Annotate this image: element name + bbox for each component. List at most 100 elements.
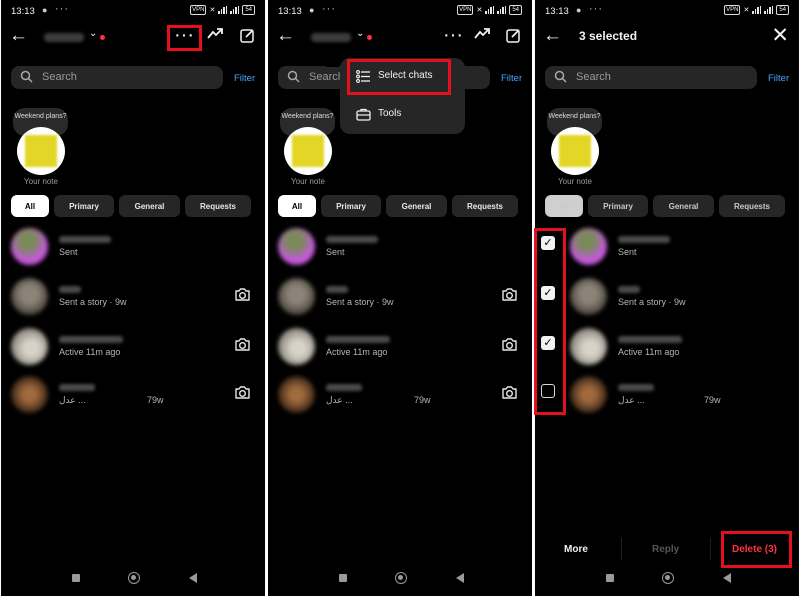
more-notifications-icon: ··· <box>322 3 336 15</box>
tab-all[interactable]: All <box>545 195 583 217</box>
filter-link[interactable]: Filter <box>768 73 789 84</box>
list-item[interactable]: Sent <box>1 225 265 271</box>
home-icon[interactable] <box>128 572 140 584</box>
list-item[interactable]: ✓ Sent a story · 9w <box>535 275 799 321</box>
recents-icon[interactable] <box>339 574 347 582</box>
tab-all[interactable]: All <box>11 195 49 217</box>
avatar[interactable] <box>551 127 599 175</box>
mute-icon: ✕ <box>209 7 216 14</box>
search-input[interactable]: Search <box>545 66 757 89</box>
top-bar: ← 3 selected ✕ <box>535 24 799 52</box>
back-arrow-icon[interactable]: ← <box>276 25 295 47</box>
signal-icon-2 <box>230 6 240 14</box>
avatar-image <box>25 135 57 167</box>
tab-all[interactable]: All <box>278 195 316 217</box>
avatar[interactable] <box>17 127 65 175</box>
camera-icon[interactable] <box>501 385 518 405</box>
chat-status: Sent a story · 9w <box>59 297 127 307</box>
home-icon[interactable] <box>395 572 407 584</box>
camera-icon[interactable] <box>501 337 518 357</box>
tab-primary[interactable]: Primary <box>54 195 114 217</box>
search-icon <box>20 70 33 88</box>
tab-primary[interactable]: Primary <box>321 195 381 217</box>
chat-name-blurred <box>618 336 682 343</box>
more-options-icon[interactable]: ··· <box>443 24 463 47</box>
chat-name-blurred <box>618 236 670 243</box>
list-item[interactable]: Sent a story · 9w <box>1 275 265 321</box>
tab-primary[interactable]: Primary <box>588 195 648 217</box>
reply-button[interactable]: Reply <box>652 544 679 555</box>
chat-time: 79w <box>147 395 164 405</box>
back-arrow-icon[interactable]: ← <box>9 25 28 47</box>
chat-status: Sent <box>326 247 345 257</box>
list-item[interactable]: عدل ... 79w <box>1 373 265 419</box>
system-back-icon[interactable] <box>456 573 464 583</box>
list-item[interactable]: Active 11m ago <box>268 325 532 371</box>
chat-name-blurred <box>326 336 390 343</box>
chat-status: Sent a story · 9w <box>618 297 686 307</box>
list-item[interactable]: عدل ... 79w <box>268 373 532 419</box>
close-icon[interactable]: ✕ <box>771 23 789 48</box>
compose-icon[interactable] <box>506 28 521 48</box>
trending-icon[interactable] <box>207 26 224 45</box>
list-item[interactable]: Sent <box>268 225 532 271</box>
search-input[interactable]: Search <box>11 66 223 89</box>
signal-icon <box>485 6 495 14</box>
avatar <box>570 328 607 365</box>
trending-icon[interactable] <box>474 26 491 45</box>
menu-item-tools[interactable]: Tools <box>356 108 401 124</box>
more-notifications-icon: ··· <box>589 3 603 15</box>
home-icon[interactable] <box>662 572 674 584</box>
tab-requests[interactable]: Requests <box>452 195 518 217</box>
camera-icon[interactable] <box>234 385 251 405</box>
briefcase-icon <box>356 108 371 124</box>
filter-tabs: All Primary General Requests <box>278 195 524 217</box>
mute-icon: ✕ <box>476 7 483 14</box>
step-number-1: 1 <box>134 19 150 49</box>
list-item[interactable]: ✓ Sent <box>535 225 799 271</box>
divider <box>710 538 711 560</box>
chat-status: Active 11m ago <box>326 347 388 357</box>
avatar <box>11 278 48 315</box>
chat-name-blurred <box>59 286 81 293</box>
tab-general[interactable]: General <box>386 195 447 217</box>
notification-dot <box>367 35 372 40</box>
tab-requests[interactable]: Requests <box>719 195 785 217</box>
chat-status: Sent <box>59 247 78 257</box>
chat-status: Sent a story · 9w <box>326 297 394 307</box>
tab-general[interactable]: General <box>653 195 714 217</box>
tab-general[interactable]: General <box>119 195 180 217</box>
status-bar: 13:13 ● ··· VPN ✕ 54 <box>278 3 522 19</box>
compose-icon[interactable] <box>240 28 255 48</box>
selection-title: 3 selected <box>579 29 638 43</box>
list-item[interactable]: ✓ Active 11m ago <box>535 325 799 371</box>
vpn-badge: VPN <box>724 5 741 15</box>
chat-name-blurred <box>326 384 362 391</box>
list-item[interactable]: Sent a story · 9w <box>268 275 532 321</box>
camera-icon[interactable] <box>234 337 251 357</box>
back-arrow-icon[interactable]: ← <box>543 25 562 47</box>
tab-requests[interactable]: Requests <box>185 195 251 217</box>
camera-icon[interactable] <box>234 287 251 307</box>
account-name[interactable] <box>311 33 351 42</box>
recents-icon[interactable] <box>606 574 614 582</box>
system-back-icon[interactable] <box>723 573 731 583</box>
filter-link[interactable]: Filter <box>501 73 522 84</box>
list-item[interactable]: عدل ... 79w <box>535 373 799 419</box>
chat-name-blurred <box>326 236 378 243</box>
account-name[interactable] <box>44 33 84 42</box>
status-icons: VPN ✕ 54 <box>190 5 255 15</box>
chat-status: عدل ... <box>59 395 86 405</box>
chevron-down-icon[interactable]: ⌄ <box>89 28 97 39</box>
recents-icon[interactable] <box>72 574 80 582</box>
filter-link[interactable]: Filter <box>234 73 255 84</box>
notification-dot <box>100 35 105 40</box>
filter-tabs: All Primary General Requests <box>545 195 791 217</box>
more-button[interactable]: More <box>564 544 588 555</box>
system-back-icon[interactable] <box>189 573 197 583</box>
chevron-down-icon[interactable]: ⌄ <box>356 28 364 39</box>
list-item[interactable]: Active 11m ago <box>1 325 265 371</box>
step-number-3: 3 <box>508 235 524 265</box>
avatar[interactable] <box>284 127 332 175</box>
camera-icon[interactable] <box>501 287 518 307</box>
